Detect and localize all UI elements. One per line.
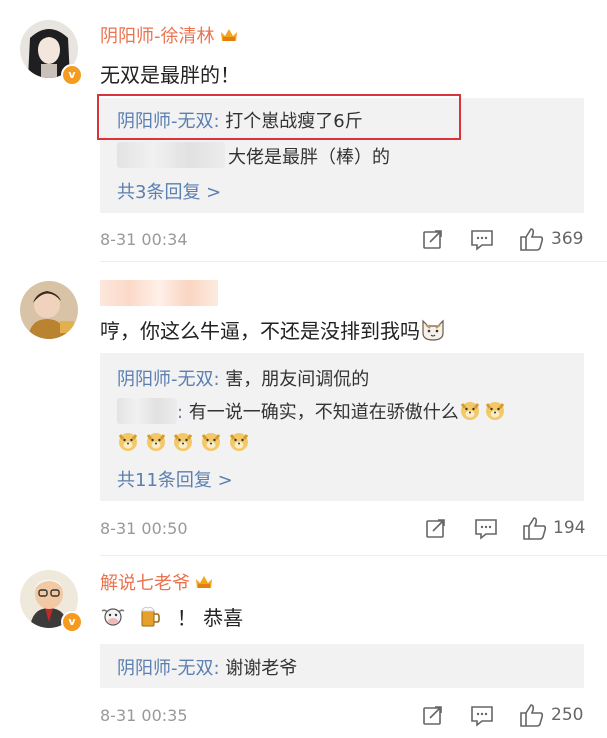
view-more-replies-link[interactable]: 共3条回复 > [117,178,221,204]
verified-badge: v [61,64,83,86]
doge-emoji [485,402,504,420]
reply-line: 大佬是最胖（棒）的 [228,143,390,169]
doge-emoji [202,433,221,451]
username[interactable]: 阴阳师-徐清林 [100,22,239,48]
beer-emoji [141,606,161,627]
reply-line: 阴阳师-无双: 谢谢老爷 [117,658,298,679]
comment-date: 8-31 00:34 [100,230,188,249]
doge-emoji [174,433,193,451]
comment-date: 8-31 00:50 [100,519,188,538]
reply-line: : 有一说一确实，不知道在骄傲什么 [177,398,506,424]
like-count: 194 [553,518,586,538]
like-count: 369 [551,229,584,249]
reply-box[interactable]: 阴阳师-无双: 谢谢老爷 [100,644,584,688]
username-text[interactable]: 阴阳师-徐清林 [100,26,215,47]
reply-box[interactable]: 阴阳师-无双: 害，朋友间调侃的 : 有一说一确实，不知道在骄傲什么 共11条回… [100,353,584,501]
share-icon[interactable] [422,704,444,726]
cat-emoji [422,319,444,341]
blurred-username[interactable] [100,280,218,306]
vip-crown-icon [220,29,237,41]
comment-item: 哼，你这么牛逼，不还是没排到我吗 阴阳师-无双: 害，朋友间调侃的 : 有一说一… [0,262,607,556]
emoji-row [117,430,250,454]
comment-item: v 解说七老爷 ！ 恭喜 阴阳师-无双: 谢谢老爷 8-31 00:35 250 [0,556,607,738]
doge-emoji [460,402,479,420]
comment-text: 哼，你这么牛逼，不还是没排到我吗 [100,315,446,344]
highlight-box [97,94,461,140]
doge-emoji [118,433,138,451]
comment-text: ！ 恭喜 [100,602,243,631]
blurred-username [117,142,225,168]
like-icon[interactable] [519,702,545,728]
username-text[interactable]: 解说七老爷 [100,573,190,594]
like-icon[interactable] [519,226,545,252]
comment-icon[interactable] [474,518,498,540]
vip-crown-icon [196,576,212,588]
reply-text: 害，朋友间调侃的 [225,369,370,390]
verified-badge: v [61,611,83,633]
like-count: 250 [551,705,584,725]
cow-emoji [101,608,125,626]
comment-icon[interactable] [470,229,494,251]
reply-text: 大佬是最胖（棒）的 [228,147,390,168]
comment-text: 无双是最胖的！ [100,63,240,87]
comment-icon[interactable] [470,705,494,727]
share-icon[interactable] [425,517,447,539]
doge-emoji [146,433,165,451]
reply-author[interactable]: 阴阳师-无双 [117,369,214,390]
avatar[interactable] [20,281,78,339]
username[interactable]: 解说七老爷 [100,569,214,595]
reply-line: 阴阳师-无双: 害，朋友间调侃的 [117,369,370,390]
like-icon[interactable] [522,515,548,541]
comment-date: 8-31 00:35 [100,706,188,725]
view-more-replies-link[interactable]: 共11条回复 > [117,466,233,492]
reply-author[interactable]: 阴阳师-无双 [117,658,214,679]
reply-text: 谢谢老爷 [225,658,298,679]
share-icon[interactable] [422,228,444,250]
doge-emoji [229,433,249,451]
blurred-username [117,398,177,424]
reply-text: 有一说一确实，不知道在骄傲什么 [188,402,459,423]
